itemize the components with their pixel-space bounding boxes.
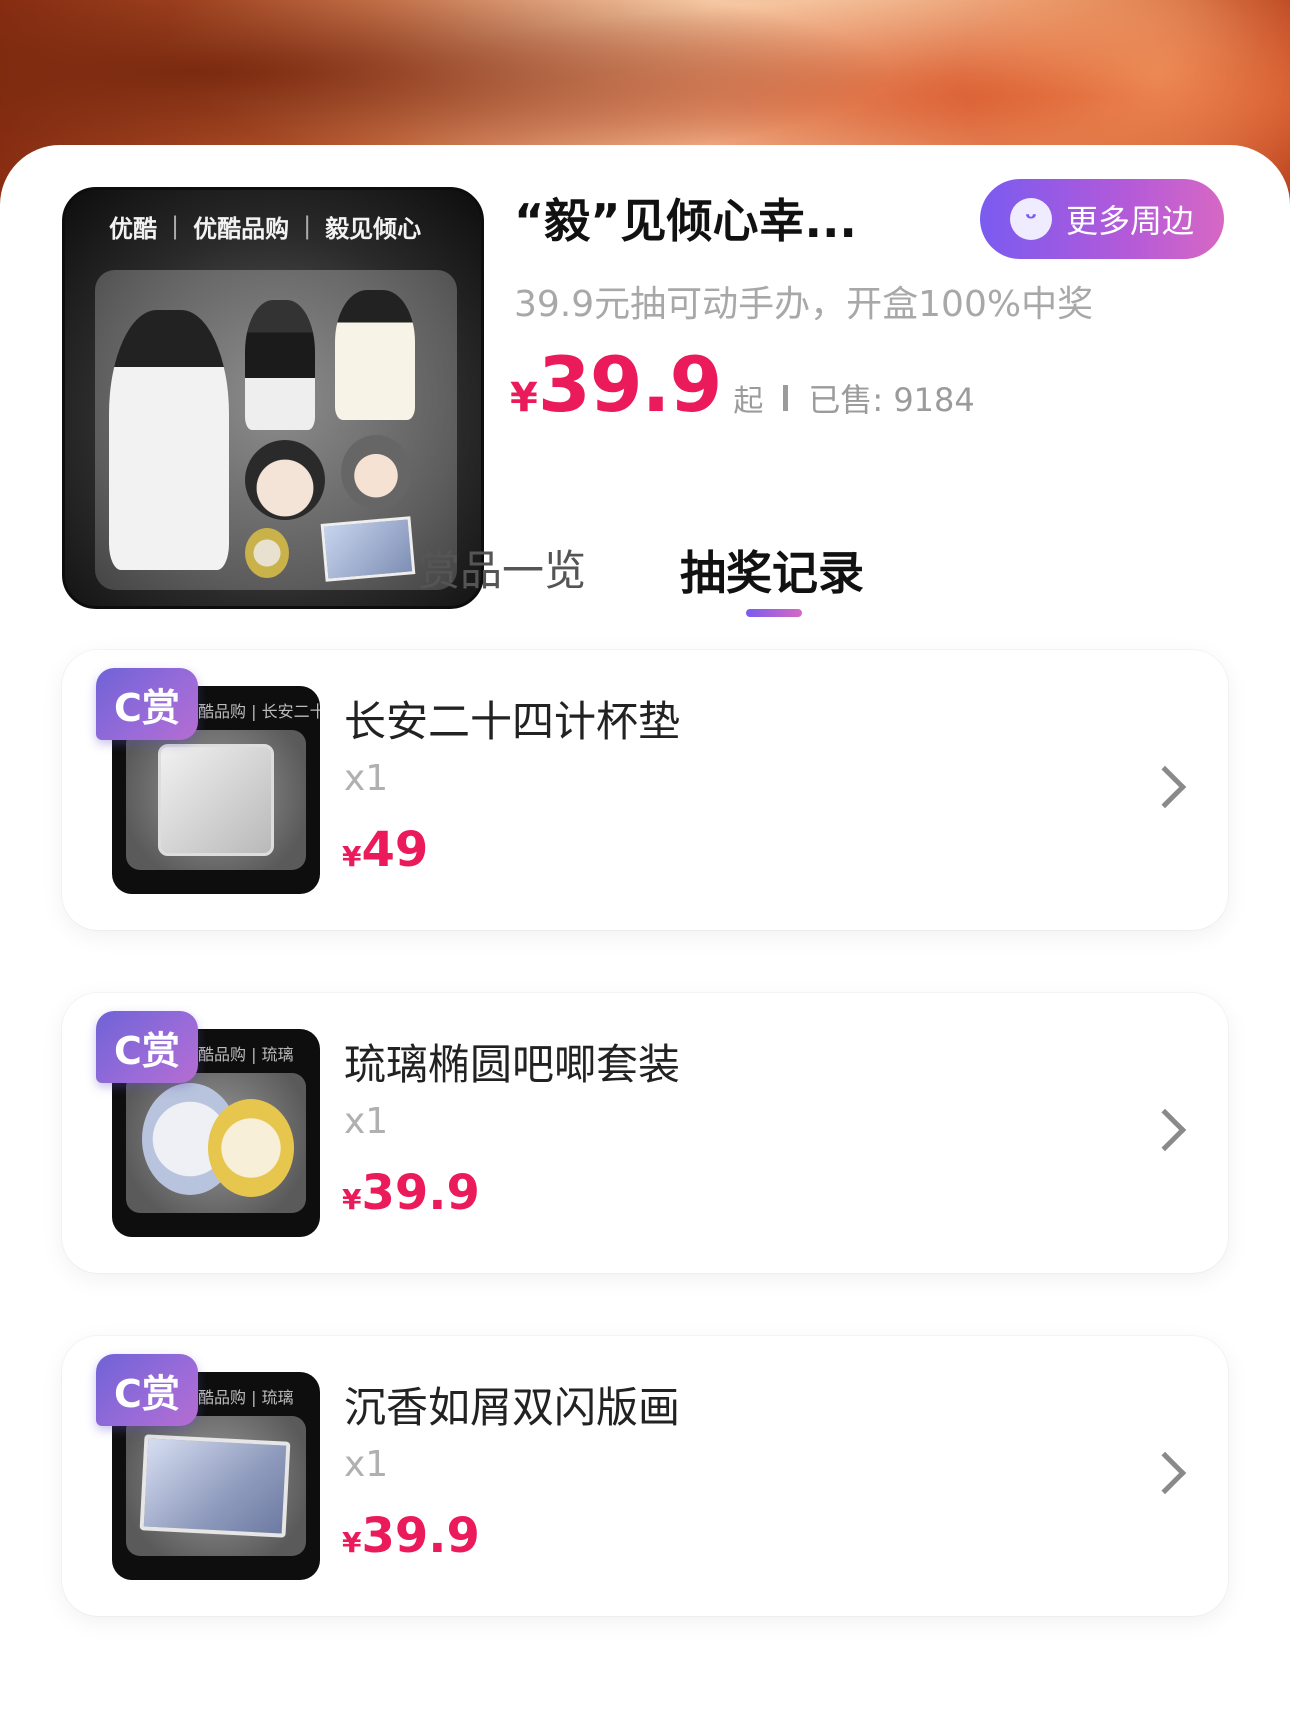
cover-brand-separator: | (303, 212, 312, 240)
content-sheet: 优酷 | 优酷品购 | 毅见倾心 “毅”见倾心幸... ᵕ 更多周边 39.9元… (0, 145, 1290, 1718)
chibi-figure (341, 435, 411, 509)
price-value: 39.9 (537, 340, 723, 429)
thumb-stage (126, 730, 306, 870)
cover-brand-bar: 优酷 | 优酷品购 | 毅见倾心 (65, 190, 481, 262)
more-merch-label: 更多周边 (1065, 202, 1194, 240)
product-title: “毅”见倾心幸... (514, 194, 857, 248)
thumb-brand: 优酷品购 | 长安二十四计 (182, 702, 320, 721)
smile-icon: ᵕ (1009, 198, 1052, 240)
active-tab-indicator (746, 609, 802, 617)
figure-doll-large (109, 310, 229, 570)
figure-doll-medium (245, 300, 315, 430)
thumb-stage (126, 1073, 306, 1213)
record-price-value: 39.9 (361, 1508, 480, 1564)
thumb-brand: 优酷品购 | 琉璃 (182, 1388, 294, 1407)
record-price-currency: ¥ (342, 840, 362, 873)
tab-prize-overview[interactable]: 赏品一览 (418, 537, 586, 598)
record-quantity: x1 (344, 1101, 389, 1142)
thumb-brand: 优酷品购 | 琉璃 (182, 1045, 294, 1064)
prize-grade-badge: C赏 (96, 1011, 198, 1083)
chevron-right-icon[interactable] (1143, 765, 1187, 809)
cover-brand-series: 毅见倾心 (325, 214, 422, 243)
record-card[interactable]: 优酷品购 | 琉璃 C赏 琉璃椭圆吧唧套装 x1 ¥39.9 (62, 993, 1228, 1273)
record-price-currency: ¥ (342, 1183, 362, 1216)
record-price: ¥39.9 (342, 1165, 480, 1221)
tab-bar: 赏品一览 抽奖记录 (0, 537, 1290, 627)
prize-grade-badge: C赏 (96, 1354, 198, 1426)
record-price-currency: ¥ (342, 1526, 362, 1559)
chevron-right-icon[interactable] (1143, 1108, 1187, 1152)
record-item-name: 长安二十四计杯垫 (344, 697, 681, 746)
record-quantity: x1 (344, 758, 389, 799)
product-subtitle: 39.9元抽可动手办，开盒100%中奖 (514, 284, 1094, 325)
prize-grade-badge: C赏 (96, 668, 198, 740)
price-divider (783, 385, 789, 411)
cover-brand-youku: 优酷 (109, 214, 157, 243)
cover-brand-separator: | (171, 212, 180, 240)
more-merch-button[interactable]: ᵕ 更多周边 (980, 179, 1224, 259)
thumb-stage (126, 1416, 306, 1556)
record-card[interactable]: 优酷品购 | 琉璃 C赏 沉香如屑双闪版画 x1 ¥39.9 (62, 1336, 1228, 1616)
record-price: ¥49 (342, 822, 428, 878)
cover-brand-shop: 优酷品购 (193, 214, 290, 243)
sold-count: 已售: 9184 (808, 381, 975, 419)
print-art (139, 1434, 291, 1538)
chibi-figure (245, 440, 325, 520)
record-item-name: 沉香如屑双闪版画 (344, 1383, 681, 1432)
figure-doll-small (335, 290, 415, 420)
price-suffix: 起 (733, 384, 764, 419)
badge-art (208, 1099, 294, 1197)
record-price: ¥39.9 (342, 1508, 480, 1564)
record-card[interactable]: 优酷品购 | 长安二十四计 C赏 长安二十四计杯垫 x1 ¥49 (62, 650, 1228, 930)
price-row: ¥ 39.9 起 已售: 9184 (510, 340, 975, 429)
tab-draw-records[interactable]: 抽奖记录 (680, 537, 864, 603)
coaster-art (158, 744, 274, 856)
record-price-value: 49 (361, 822, 429, 878)
record-quantity: x1 (344, 1444, 389, 1485)
price-currency: ¥ (510, 375, 538, 421)
chevron-right-icon[interactable] (1143, 1451, 1187, 1495)
record-item-name: 琉璃椭圆吧唧套装 (344, 1040, 681, 1089)
record-price-value: 39.9 (361, 1165, 480, 1221)
